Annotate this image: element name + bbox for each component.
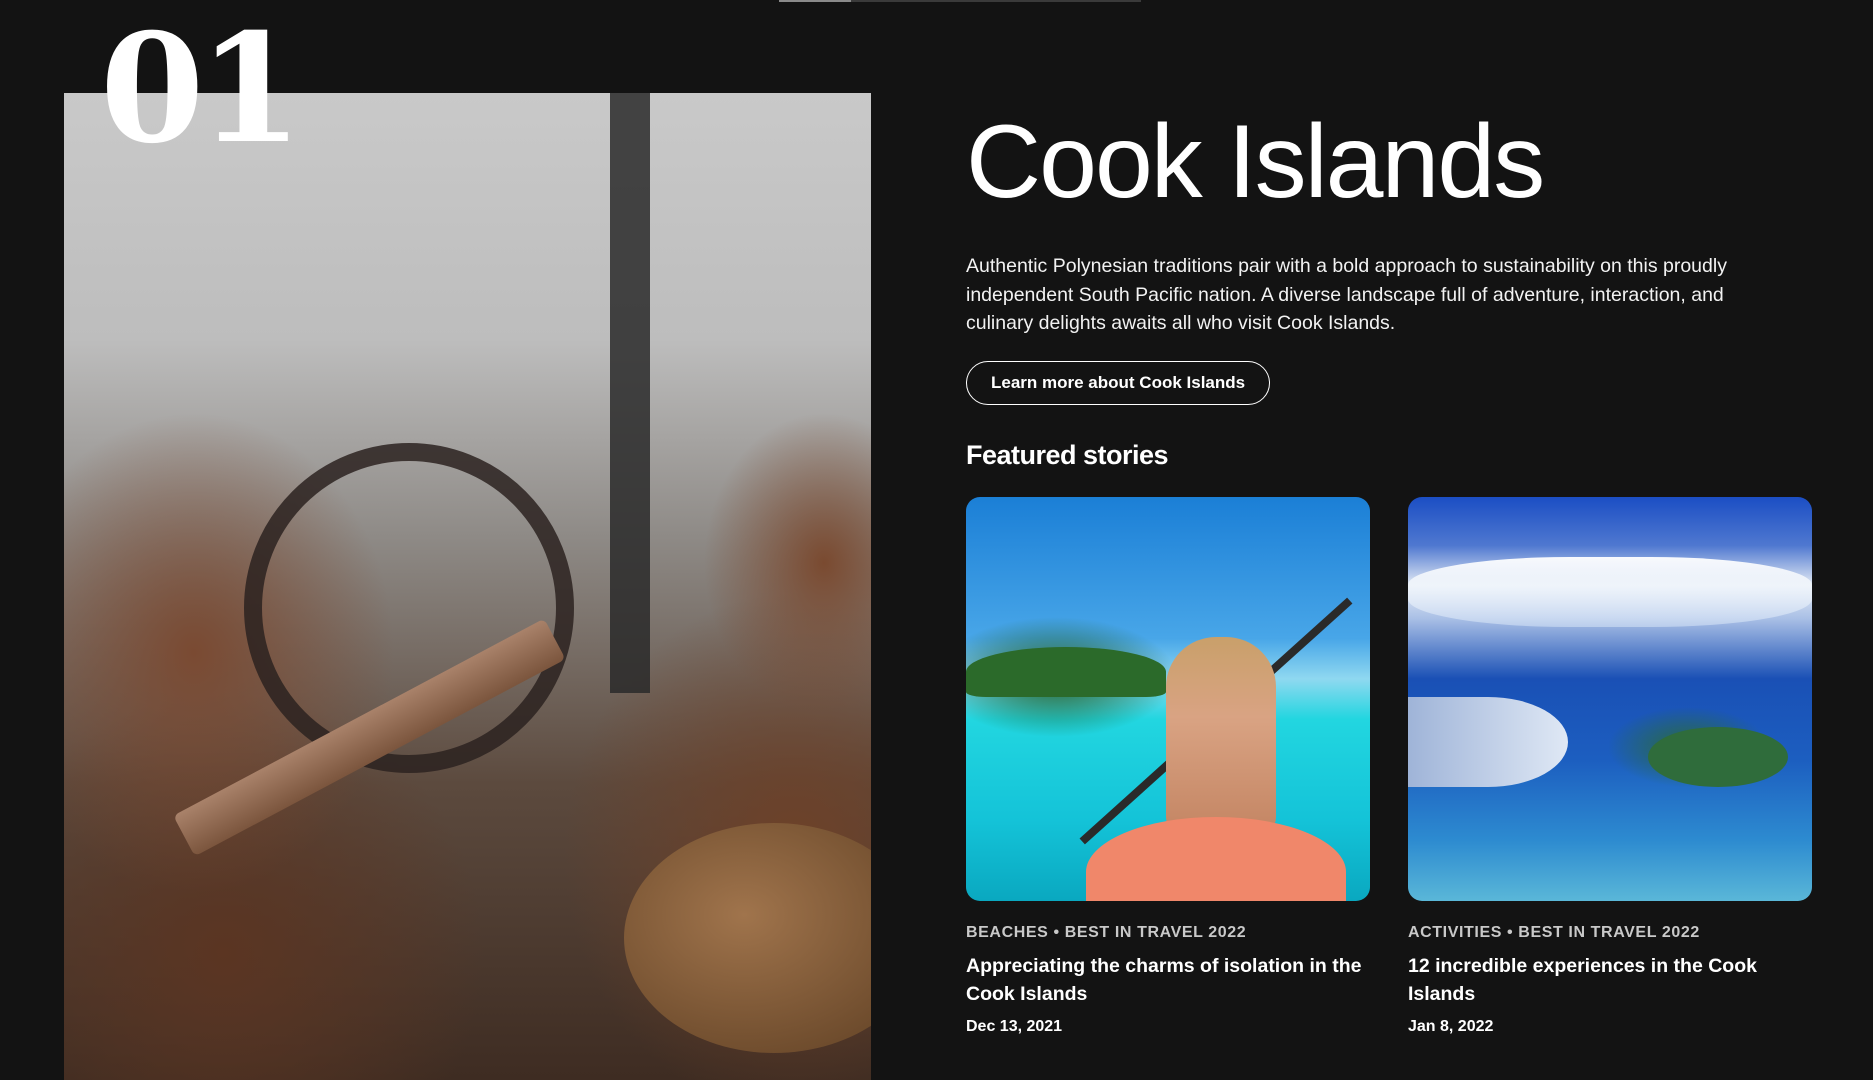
hero-image-ukulele-body: [624, 823, 871, 1053]
destination-description: Authentic Polynesian traditions pair wit…: [966, 255, 1727, 334]
story-card[interactable]: ACTIVITIES • BEST IN TRAVEL 2022 12 incr…: [1408, 497, 1812, 1036]
kayak-person-shape: [1166, 637, 1276, 837]
kayak-boat-shape: [1086, 817, 1346, 901]
destination-rank-number: 01: [100, 1, 303, 177]
story-category: BEACHES • BEST IN TRAVEL 2022: [966, 924, 1247, 941]
story-card[interactable]: BEACHES • BEST IN TRAVEL 2022 Appreciati…: [966, 497, 1370, 1036]
featured-stories-heading: Featured stories: [966, 440, 1169, 470]
story-image-kayak[interactable]: [966, 497, 1370, 901]
story-date: Jan 8, 2022: [1408, 1018, 1494, 1035]
hero-image-pole: [610, 93, 650, 693]
story-category: ACTIVITIES • BEST IN TRAVEL 2022: [1408, 924, 1700, 941]
story-date: Dec 13, 2021: [966, 1018, 1063, 1035]
destination-title: Cook Islands: [966, 104, 1545, 220]
story-title-link[interactable]: Appreciating the charms of isolation in …: [966, 952, 1370, 1008]
aerial-island-shape: [1648, 727, 1788, 787]
kayak-island-shape: [966, 647, 1166, 697]
learn-more-button[interactable]: Learn more about Cook Islands: [966, 361, 1271, 405]
carousel-progress-bar: [779, 0, 1141, 2]
hero-image: [64, 93, 871, 1080]
aerial-cloud-shape: [1408, 557, 1812, 627]
story-image-aerial[interactable]: [1408, 497, 1812, 901]
aerial-wing-shape: [1408, 697, 1568, 787]
carousel-progress-fill: [779, 0, 852, 2]
story-title-link[interactable]: 12 incredible experiences in the Cook Is…: [1408, 952, 1812, 1008]
destination-section: 01 Cook Islands Authentic Polynesian tra…: [0, 0, 1873, 1080]
